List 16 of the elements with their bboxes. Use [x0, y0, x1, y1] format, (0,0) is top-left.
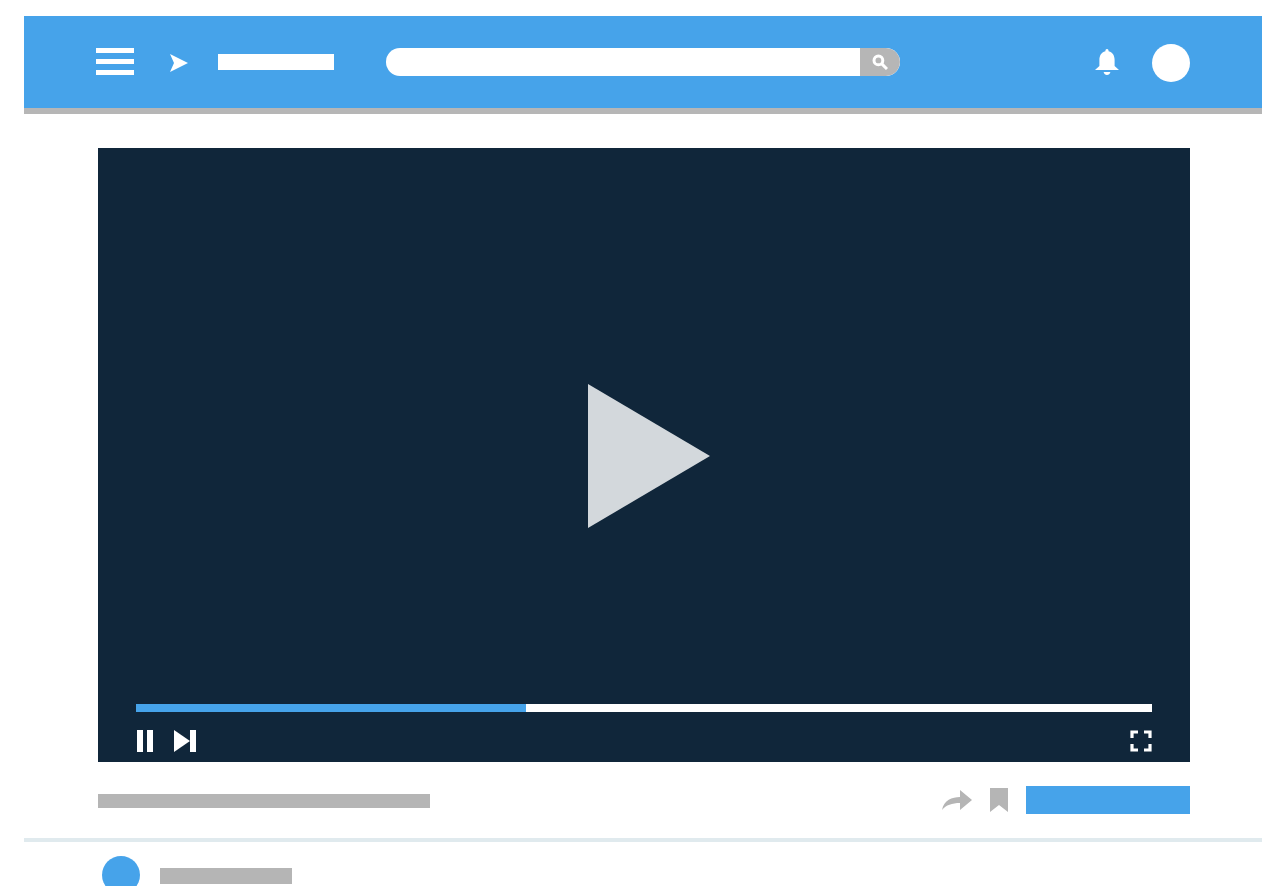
bookmark-icon[interactable] — [990, 788, 1008, 812]
avatar — [102, 856, 140, 886]
avatar[interactable] — [1152, 43, 1190, 81]
chevron-icon[interactable] — [170, 53, 188, 71]
share-icon[interactable] — [942, 790, 972, 810]
pause-icon[interactable] — [136, 730, 154, 752]
name-placeholder — [160, 867, 292, 883]
search-button[interactable] — [860, 48, 900, 76]
next-icon[interactable] — [174, 730, 196, 752]
bell-icon[interactable] — [1094, 48, 1120, 76]
play-icon[interactable] — [588, 384, 712, 528]
menu-icon[interactable] — [96, 48, 134, 76]
search-icon — [872, 54, 888, 70]
progress-bar[interactable] — [136, 704, 1152, 712]
search-field[interactable] — [386, 48, 900, 76]
fullscreen-icon[interactable] — [1130, 730, 1152, 752]
